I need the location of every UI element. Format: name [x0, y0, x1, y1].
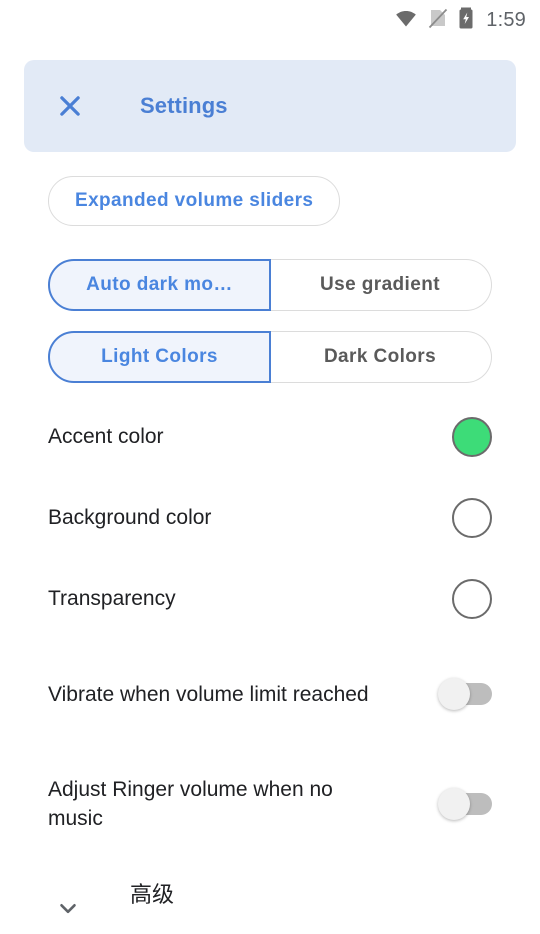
sim-card-off-icon	[427, 6, 449, 35]
toggle-thumb	[438, 678, 470, 710]
advanced-title: 高级	[130, 882, 175, 907]
dark-mode-segmented-control: Auto dark mo… Use gradient	[48, 259, 492, 311]
page-title: Settings	[140, 93, 228, 118]
list-item-label: Background color	[48, 506, 212, 529]
list-item-accent-color[interactable]: Accent color	[0, 396, 540, 477]
accent-color-swatch[interactable]	[452, 416, 492, 457]
adjust-ringer-volume-toggle[interactable]	[438, 788, 492, 820]
list-item-label: Transparency	[48, 587, 176, 610]
battery-charging-icon	[458, 6, 474, 35]
settings-header: Settings	[24, 60, 516, 152]
advanced-texts: 高级	[130, 862, 174, 914]
list-item-label: Vibrate when volume limit reached	[48, 682, 369, 706]
expanded-volume-sliders-button[interactable]: Expanded volume sliders	[48, 176, 341, 226]
status-bar: 1:59	[0, 0, 540, 40]
list-item-transparency[interactable]: Transparency	[0, 558, 540, 639]
segment-dark-colors[interactable]: Dark Colors	[269, 331, 492, 383]
segment-auto-dark-mode[interactable]: Auto dark mo…	[48, 259, 271, 311]
close-icon[interactable]	[42, 78, 98, 134]
list-item-vibrate-volume-limit[interactable]: Vibrate when volume limit reached	[0, 639, 540, 749]
wifi-icon	[394, 6, 418, 35]
advanced-section[interactable]: 高级	[0, 862, 540, 934]
list-item-label: Accent color	[48, 425, 164, 448]
list-item-background-color[interactable]: Background color	[0, 477, 540, 558]
transparency-swatch[interactable]	[452, 578, 492, 619]
toggle-thumb	[438, 788, 470, 820]
segment-light-colors[interactable]: Light Colors	[48, 331, 271, 383]
vibrate-volume-limit-toggle[interactable]	[438, 678, 492, 710]
settings-list: Accent color Background color Transparen…	[0, 396, 540, 859]
chevron-down-icon[interactable]	[48, 882, 88, 934]
color-scheme-segmented-control: Light Colors Dark Colors	[48, 331, 492, 383]
list-item-label: Adjust Ringer volume when no music	[48, 778, 333, 830]
list-item-adjust-ringer-volume[interactable]: Adjust Ringer volume when no music	[0, 749, 540, 859]
status-clock: 1:59	[486, 8, 526, 31]
background-color-swatch[interactable]	[452, 497, 492, 538]
segment-use-gradient[interactable]: Use gradient	[269, 259, 492, 311]
